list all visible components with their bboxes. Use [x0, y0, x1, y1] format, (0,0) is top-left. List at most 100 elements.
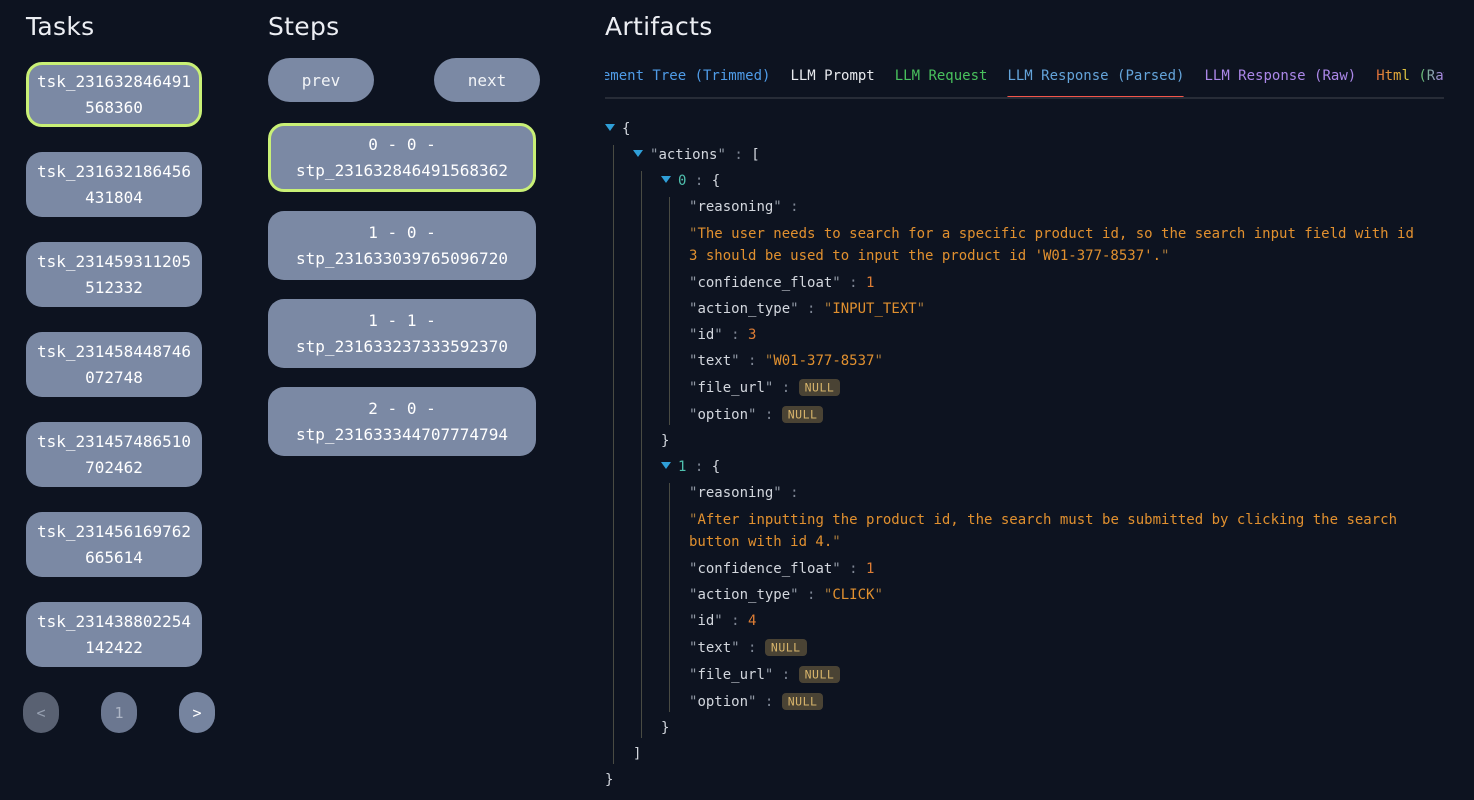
- tasks-pagination: < 1 >: [23, 692, 215, 733]
- json-row: "action_type" : "INPUT_TEXT": [689, 299, 1417, 319]
- tasks-panel: Tasks tsk_231632846491568360 tsk_23163218…: [0, 0, 242, 800]
- tab-element-tree-trimmed[interactable]: Element Tree (Trimmed): [605, 68, 770, 97]
- null-badge: NULL: [799, 666, 841, 683]
- pagination-page-button[interactable]: 1: [101, 692, 137, 733]
- task-button[interactable]: tsk_231459311205512332: [26, 242, 202, 307]
- json-key: reasoning: [697, 485, 773, 501]
- collapse-arrow-icon[interactable]: [661, 462, 671, 469]
- json-string-block: "The user needs to search for a specific…: [689, 223, 1417, 267]
- json-row: 1 : {: [661, 457, 1417, 477]
- steps-prev-button[interactable]: prev: [268, 58, 374, 102]
- json-number: 1: [866, 561, 874, 577]
- json-row: "confidence_float" : 1: [689, 559, 1417, 579]
- json-row: }: [661, 718, 1417, 738]
- pagination-prev-button[interactable]: <: [23, 692, 59, 733]
- json-row: "actions" : [: [633, 145, 1417, 165]
- json-brace: ]: [633, 746, 641, 762]
- json-string: INPUT_TEXT: [832, 301, 916, 317]
- json-row: {: [605, 119, 1417, 139]
- task-button[interactable]: tsk_231457486510702462: [26, 422, 202, 487]
- json-row: 0 : {: [661, 171, 1417, 191]
- json-brace: {: [712, 459, 720, 475]
- tasks-title: Tasks: [26, 12, 242, 42]
- json-row: "reasoning" :: [689, 483, 1417, 503]
- step-button[interactable]: 1 - 1 - stp_231633237333592370: [268, 299, 536, 368]
- json-brace: }: [661, 720, 669, 736]
- collapse-arrow-icon[interactable]: [661, 176, 671, 183]
- json-row: "text" : "W01-377-8537": [689, 351, 1417, 371]
- step-button[interactable]: 2 - 0 - stp_231633344707774794: [268, 387, 536, 456]
- null-badge: NULL: [765, 639, 807, 656]
- json-colon: :: [740, 353, 765, 369]
- tab-llm-prompt[interactable]: LLM Prompt: [790, 68, 874, 97]
- json-key: id: [697, 613, 714, 629]
- json-row: "file_url" : NULL: [689, 377, 1417, 398]
- json-q: ": [832, 534, 840, 550]
- steps-title: Steps: [268, 12, 579, 42]
- json-key: actions: [658, 147, 717, 163]
- task-button[interactable]: tsk_231438802254142422: [26, 602, 202, 667]
- tab-html-raw[interactable]: Html (Raw): [1376, 68, 1444, 97]
- json-kq: ": [714, 613, 722, 629]
- tasks-list: tsk_231632846491568360 tsk_23163218645643…: [26, 62, 242, 667]
- json-key: action_type: [697, 587, 790, 603]
- json-brace: [: [751, 147, 759, 163]
- json-kq: ": [773, 199, 781, 215]
- artifacts-tabs: Element Tree (Trimmed) LLM Prompt LLM Requ…: [605, 68, 1444, 99]
- json-colon: :: [686, 459, 711, 475]
- tab-llm-response-parsed[interactable]: LLM Response (Parsed): [1007, 68, 1184, 97]
- task-button[interactable]: tsk_231632846491568360: [26, 62, 202, 127]
- json-colon: :: [723, 327, 748, 343]
- json-key: reasoning: [697, 199, 773, 215]
- json-key: option: [697, 694, 748, 710]
- json-key: file_url: [697, 667, 764, 683]
- task-button[interactable]: tsk_231458448746072748: [26, 332, 202, 397]
- json-kq: ": [731, 640, 739, 656]
- json-viewer: {"actions" : [0 : {"reasoning" : "The us…: [605, 119, 1417, 790]
- json-key: file_url: [697, 380, 764, 396]
- json-row: "text" : NULL: [689, 637, 1417, 658]
- json-row: "confidence_float" : 1: [689, 273, 1417, 293]
- json-string: W01-377-8537: [773, 353, 874, 369]
- json-q: ": [689, 226, 697, 242]
- json-key: text: [697, 353, 731, 369]
- json-key: confidence_float: [697, 275, 832, 291]
- json-row: "action_type" : "CLICK": [689, 585, 1417, 605]
- json-kq: ": [714, 327, 722, 343]
- pagination-next-button[interactable]: >: [179, 692, 215, 733]
- step-button[interactable]: 1 - 0 - stp_231633039765096720: [268, 211, 536, 280]
- null-badge: NULL: [782, 693, 824, 710]
- json-colon: :: [773, 380, 798, 396]
- artifacts-panel: Artifacts Element Tree (Trimmed) LLM Prom…: [579, 0, 1474, 800]
- json-colon: :: [782, 199, 799, 215]
- json-row: "option" : NULL: [689, 691, 1417, 712]
- json-q: ": [1161, 248, 1169, 264]
- json-key: id: [697, 327, 714, 343]
- task-button[interactable]: tsk_231456169762665614: [26, 512, 202, 577]
- json-colon: :: [841, 275, 866, 291]
- json-key: option: [697, 407, 748, 423]
- json-children: "reasoning" : "The user needs to search …: [669, 197, 1417, 425]
- step-button[interactable]: 0 - 0 - stp_231632846491568362: [268, 123, 536, 192]
- json-brace: }: [661, 433, 669, 449]
- collapse-arrow-icon[interactable]: [605, 124, 615, 131]
- json-q: ": [689, 512, 697, 528]
- artifacts-title: Artifacts: [605, 12, 1444, 42]
- tab-llm-request[interactable]: LLM Request: [895, 68, 988, 97]
- json-row: "id" : 3: [689, 325, 1417, 345]
- json-children: "reasoning" : "After inputting the produ…: [669, 483, 1417, 712]
- json-row: ]: [633, 744, 1417, 764]
- steps-next-button[interactable]: next: [434, 58, 540, 102]
- steps-list: 0 - 0 - stp_231632846491568362 1 - 0 - st…: [268, 123, 579, 456]
- json-row: }: [605, 770, 1417, 790]
- json-brace: }: [605, 772, 613, 788]
- json-key: confidence_float: [697, 561, 832, 577]
- task-button[interactable]: tsk_231632186456431804: [26, 152, 202, 217]
- collapse-arrow-icon[interactable]: [633, 150, 643, 157]
- tab-llm-response-raw[interactable]: LLM Response (Raw): [1204, 68, 1356, 97]
- json-number: 3: [748, 327, 756, 343]
- json-colon: :: [773, 667, 798, 683]
- json-kq: ": [731, 353, 739, 369]
- json-number: 1: [866, 275, 874, 291]
- json-key: action_type: [697, 301, 790, 317]
